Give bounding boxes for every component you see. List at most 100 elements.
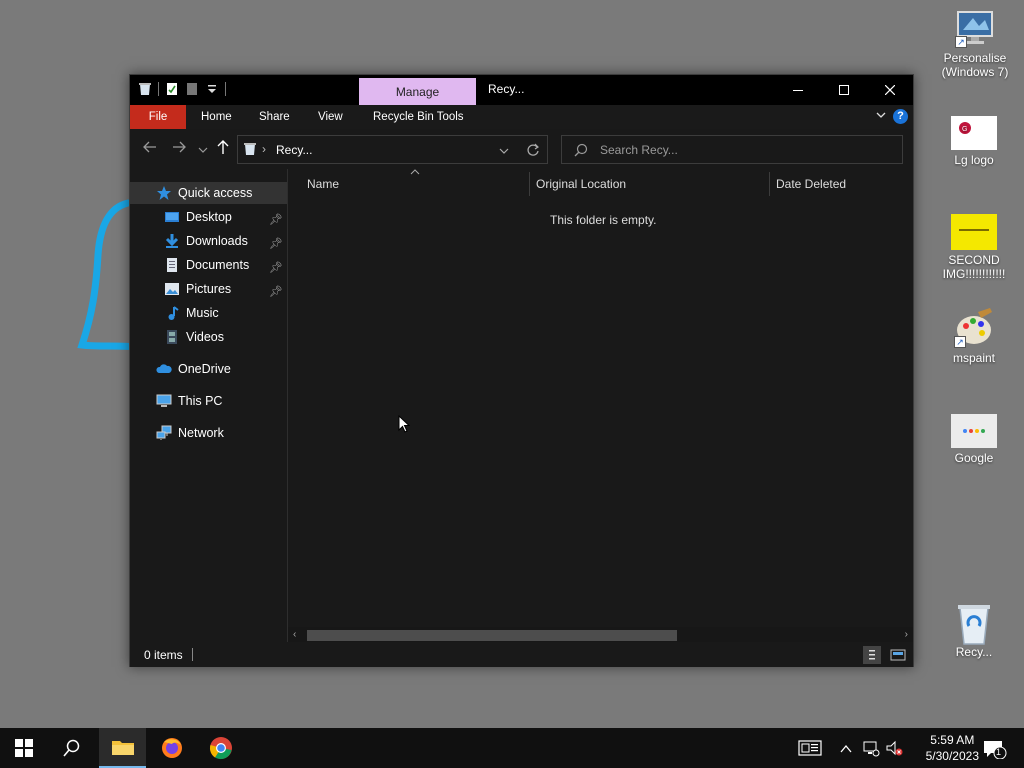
- nav-item-pictures[interactable]: Pictures 📌︎: [130, 278, 287, 300]
- taskbar-firefox[interactable]: [148, 728, 196, 768]
- network-status-icon[interactable]: [862, 739, 880, 760]
- desktop-folder-icon: [165, 212, 179, 222]
- action-center-button[interactable]: 1: [983, 739, 1007, 762]
- nav-item-this-pc[interactable]: This PC: [130, 390, 287, 412]
- nav-item-label: OneDrive: [178, 362, 231, 376]
- nav-item-music[interactable]: Music: [130, 302, 287, 324]
- desktop-icon-mspaint[interactable]: ↗ mspaint: [934, 308, 1014, 365]
- navigation-pane: Quick access Desktop 📌︎ Downloads 📌︎ Doc…: [130, 169, 288, 642]
- desktop-icon-second-img[interactable]: SECOND IMG!!!!!!!!!!!!: [934, 214, 1014, 281]
- nav-item-label: Documents: [186, 258, 250, 272]
- clock-time: 5:59 AM: [930, 733, 975, 747]
- system-clock[interactable]: 5:59 AM 5/30/2023: [926, 732, 979, 764]
- tab-manage[interactable]: Manage: [359, 78, 476, 106]
- desktop-icon-recycle-bin[interactable]: Recy...: [934, 602, 1014, 659]
- pin-icon[interactable]: 📌︎: [269, 209, 283, 231]
- title-bar[interactable]: Manage Recy...: [130, 75, 913, 106]
- nav-item-videos[interactable]: Videos: [130, 326, 287, 348]
- recent-locations-button[interactable]: [198, 142, 208, 159]
- image-file-icon: [951, 414, 997, 448]
- download-arrow-icon: [165, 234, 179, 248]
- film-strip-icon: [167, 330, 177, 344]
- taskbar-chrome[interactable]: [197, 728, 245, 768]
- empty-folder-message: This folder is empty.: [550, 213, 657, 227]
- nav-item-downloads[interactable]: Downloads 📌︎: [130, 230, 287, 252]
- new-folder-icon[interactable]: [185, 82, 199, 96]
- maximize-button[interactable]: [821, 75, 867, 105]
- desktop-icon-google[interactable]: Google: [934, 414, 1014, 465]
- chevron-down-icon[interactable]: [498, 145, 510, 157]
- network-icon: [156, 425, 172, 440]
- nav-item-documents[interactable]: Documents 📌︎: [130, 254, 287, 276]
- start-button[interactable]: [0, 728, 48, 768]
- nav-item-label: This PC: [178, 394, 223, 408]
- pin-icon[interactable]: 📌︎: [269, 233, 283, 255]
- nav-item-label: Desktop: [186, 210, 232, 224]
- arrow-up-icon: [217, 140, 229, 154]
- pin-icon[interactable]: 📌︎: [269, 281, 283, 303]
- column-header-name[interactable]: Name: [307, 172, 527, 196]
- large-icons-view-icon: [890, 649, 906, 661]
- taskbar: 5:59 AM 5/30/2023 1: [0, 728, 1024, 768]
- minimize-button[interactable]: [775, 75, 821, 105]
- properties-icon[interactable]: [165, 82, 179, 96]
- search-input[interactable]: [600, 141, 890, 159]
- recycle-bin-icon: [954, 602, 994, 645]
- address-text: Recy...: [276, 143, 313, 157]
- close-icon: [885, 85, 895, 95]
- address-bar[interactable]: › Recy...: [237, 135, 548, 164]
- nav-item-label: Music: [186, 306, 219, 320]
- nav-item-label: Quick access: [178, 186, 253, 200]
- customize-toolbar-chevron-icon[interactable]: [205, 82, 219, 96]
- scroll-left-icon[interactable]: ‹: [293, 627, 296, 642]
- clock-date: 5/30/2023: [925, 749, 979, 763]
- desktop-icon-label: Personalise (Windows 7): [941, 51, 1009, 79]
- details-view-button[interactable]: [863, 646, 881, 664]
- refresh-icon[interactable]: [526, 143, 540, 157]
- pin-icon[interactable]: 📌︎: [269, 257, 283, 279]
- column-header-date-deleted[interactable]: Date Deleted: [776, 172, 906, 196]
- up-button[interactable]: [215, 139, 231, 159]
- nav-item-label: Network: [178, 426, 224, 440]
- search-box[interactable]: [561, 135, 903, 164]
- file-list[interactable]: Name Original Location Date Deleted This…: [288, 169, 913, 642]
- tab-view[interactable]: View: [308, 105, 353, 129]
- quick-access-toolbar: [138, 82, 226, 96]
- taskbar-file-explorer[interactable]: [99, 728, 146, 768]
- tab-file[interactable]: File: [130, 105, 186, 129]
- expand-ribbon-chevron-icon[interactable]: [875, 109, 887, 124]
- tab-home[interactable]: Home: [191, 105, 242, 129]
- file-explorer-window: Manage Recy... File Home Share View Recy…: [129, 74, 914, 667]
- desktop-icon-label: Lg logo: [954, 153, 994, 167]
- ribbon-tabs: File Home Share View Recycle Bin Tools ?: [130, 105, 913, 129]
- desktop-icon-personalise[interactable]: ↗ Personalise (Windows 7): [935, 8, 1015, 79]
- scroll-right-icon[interactable]: ›: [905, 627, 908, 642]
- forward-button[interactable]: [171, 139, 187, 159]
- nav-item-desktop[interactable]: Desktop 📌︎: [130, 206, 287, 228]
- nav-item-onedrive[interactable]: OneDrive: [130, 358, 287, 380]
- tab-recycle-bin-tools[interactable]: Recycle Bin Tools: [363, 105, 474, 129]
- volume-muted-icon[interactable]: [885, 739, 903, 760]
- nav-item-network[interactable]: Network: [130, 422, 287, 444]
- search-button[interactable]: [48, 728, 96, 768]
- arrow-right-icon: [173, 141, 186, 153]
- horizontal-scrollbar[interactable]: ‹ ›: [288, 627, 913, 642]
- recycle-bin-small-icon: [244, 143, 256, 155]
- back-button[interactable]: [142, 139, 158, 159]
- scrollbar-thumb[interactable]: [307, 630, 677, 641]
- help-icon[interactable]: ?: [893, 109, 908, 124]
- news-and-interests-icon[interactable]: [798, 739, 822, 760]
- star-icon: [157, 186, 171, 200]
- nav-item-quick-access[interactable]: Quick access: [130, 182, 287, 204]
- desktop-icon-lg-logo[interactable]: G Lg logo: [934, 116, 1014, 167]
- search-icon: [574, 143, 588, 157]
- column-header-original-location[interactable]: Original Location: [536, 172, 766, 196]
- tab-share[interactable]: Share: [249, 105, 300, 129]
- breadcrumb-chevron-icon[interactable]: ›: [262, 142, 266, 156]
- close-button[interactable]: [867, 75, 913, 105]
- search-icon: [63, 739, 80, 757]
- large-icons-view-button[interactable]: [889, 646, 907, 664]
- firefox-icon: [162, 738, 182, 758]
- computer-icon: [156, 394, 172, 407]
- show-hidden-icons-chevron-icon[interactable]: [840, 742, 852, 757]
